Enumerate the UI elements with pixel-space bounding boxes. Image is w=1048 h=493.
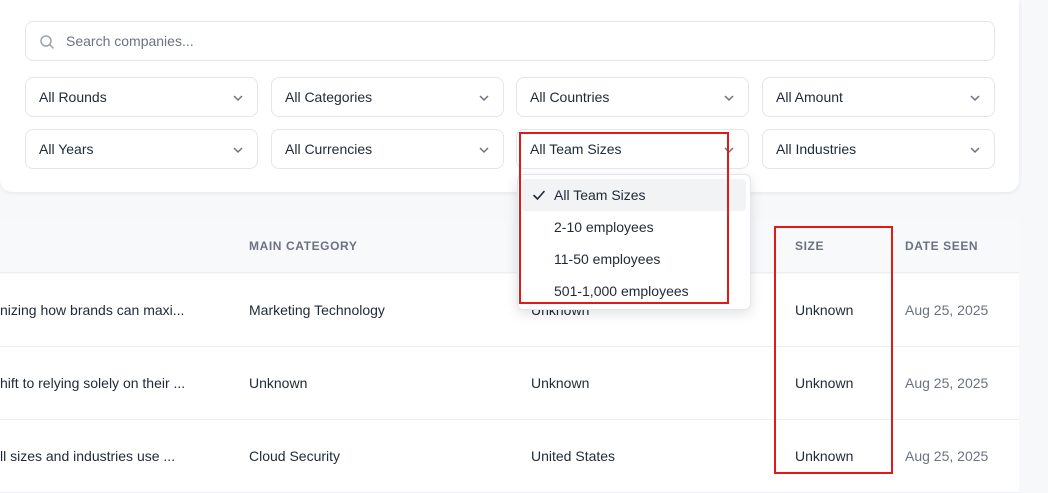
- date-seen-cell: Aug 25, 2025: [905, 448, 989, 464]
- chevron-down-icon: [724, 95, 734, 102]
- date-seen-cell: Aug 25, 2025: [905, 375, 989, 391]
- amount-select[interactable]: All Amount: [762, 77, 995, 117]
- main-category-cell: Marketing Technology: [249, 302, 385, 318]
- column-header-main-category[interactable]: MAIN CATEGORY: [249, 239, 357, 253]
- countries-select[interactable]: All Countries: [516, 77, 749, 117]
- highlight-box-team-sizes: [519, 132, 729, 304]
- chevron-down-icon: [479, 147, 489, 154]
- column-header-date-seen[interactable]: DATE SEEN: [905, 239, 978, 253]
- main-category-cell: Unknown: [249, 375, 308, 391]
- description-cell: ll sizes and industries use ...: [0, 448, 176, 464]
- categories-select[interactable]: All Categories: [271, 77, 504, 117]
- description-cell: nizing how brands can maxi...: [0, 302, 185, 318]
- filter-panel: All Rounds All Categories All Countries …: [0, 0, 1019, 192]
- description-cell: hift to relying solely on their ...: [0, 375, 186, 391]
- rounds-select-label: All Rounds: [39, 89, 107, 105]
- amount-select-label: All Amount: [776, 89, 843, 105]
- highlight-box-size-column: [774, 226, 893, 474]
- country-cell: Unknown: [531, 375, 590, 391]
- rounds-select[interactable]: All Rounds: [25, 77, 258, 117]
- countries-select-label: All Countries: [530, 89, 610, 105]
- years-select[interactable]: All Years: [25, 129, 258, 169]
- currencies-select-label: All Currencies: [285, 141, 373, 157]
- country-cell: United States: [531, 448, 616, 464]
- categories-select-label: All Categories: [285, 89, 373, 105]
- search-field[interactable]: [25, 21, 995, 61]
- chevron-down-icon: [479, 95, 489, 102]
- main-category-cell: Cloud Security: [249, 448, 341, 464]
- industries-select[interactable]: All Industries: [762, 129, 995, 169]
- search-icon: [40, 35, 54, 49]
- chevron-down-icon: [233, 147, 243, 154]
- industries-select-label: All Industries: [776, 141, 857, 157]
- chevron-down-icon: [233, 95, 243, 102]
- date-seen-cell: Aug 25, 2025: [905, 302, 989, 318]
- currencies-select[interactable]: All Currencies: [271, 129, 504, 169]
- chevron-down-icon: [970, 147, 980, 154]
- years-select-label: All Years: [39, 141, 94, 157]
- chevron-down-icon: [970, 95, 980, 102]
- search-input[interactable]: [66, 33, 994, 49]
